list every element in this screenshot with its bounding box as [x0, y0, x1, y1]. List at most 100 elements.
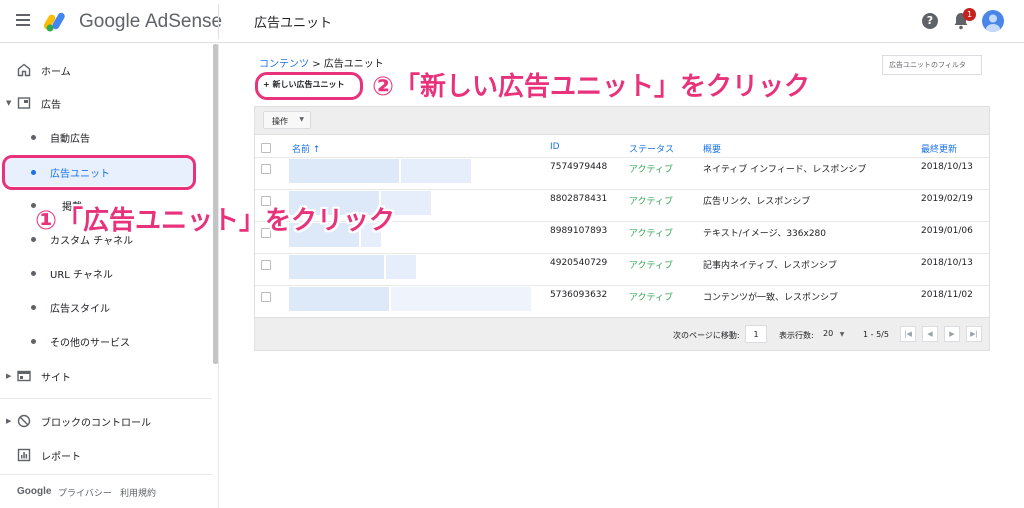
rows-per-page-value: 20 — [823, 329, 834, 338]
home-icon — [17, 63, 31, 77]
bullet-dot — [31, 270, 36, 276]
expand-caret-icon[interactable]: ▼ — [6, 99, 11, 107]
bullet-dot — [31, 134, 36, 140]
sidebar-item-blocking-controls[interactable]: ▶ ブロックのコントロール — [0, 408, 212, 434]
sidebar-item-label: レポート — [41, 451, 81, 463]
sidebar-item-home[interactable]: ホーム — [0, 57, 212, 83]
annotation-step2: ②「新しい広告ユニット」をクリック — [372, 72, 811, 102]
bullet-dot — [31, 236, 36, 242]
cell-summary: 広告リンク、レスポンシブ — [703, 197, 811, 207]
last-page-icon[interactable]: ▶| — [966, 326, 982, 342]
footer-privacy-link[interactable]: プライバシー — [58, 486, 112, 499]
column-header-status[interactable]: ステータス — [629, 142, 674, 155]
rows-per-page-select[interactable]: 20 ▼ — [817, 325, 849, 343]
sidebar-item-sites[interactable]: ▶ サイト — [0, 363, 212, 389]
cell-id: 4920540729 — [550, 258, 608, 268]
sidebar-divider — [0, 474, 212, 475]
first-page-icon[interactable]: |◀ — [900, 326, 916, 342]
chevron-down-icon: ▼ — [299, 116, 304, 123]
report-icon — [17, 448, 31, 462]
sidebar-item-label: 広告 — [41, 99, 61, 111]
cell-status: アクティブ — [629, 261, 674, 271]
column-header-name[interactable]: 名前 ↑ — [292, 142, 320, 155]
select-all-checkbox[interactable] — [261, 143, 271, 153]
sidebar-item-ads[interactable]: ▼ 広告 — [0, 90, 212, 116]
column-header-summary[interactable]: 概要 — [703, 142, 721, 155]
row-divider — [255, 285, 989, 286]
highlight-ad-units — [2, 155, 196, 190]
operations-label: 操作 — [272, 117, 288, 126]
brand-adsense: AdSense — [145, 11, 223, 32]
row-checkbox[interactable] — [261, 260, 271, 270]
column-header-last-updated[interactable]: 最終更新 — [921, 142, 957, 155]
ad-icon — [17, 97, 31, 109]
cell-last-updated: 2018/11/02 — [921, 290, 973, 300]
table-toolbar: 操作 ▼ — [255, 107, 989, 135]
row-divider — [255, 253, 989, 254]
avatar[interactable] — [982, 10, 1004, 32]
cell-id: 5736093632 — [550, 290, 608, 300]
cell-status: アクティブ — [629, 197, 674, 207]
sidebar-item-label: URL チャネル — [50, 269, 113, 281]
row-checkbox[interactable] — [261, 164, 271, 174]
annotation-step1: ①「広告ユニット」をクリック — [35, 206, 396, 236]
breadcrumb-parent-link[interactable]: コンテンツ — [259, 59, 309, 70]
cell-last-updated: 2018/10/13 — [921, 162, 973, 172]
ad-unit-filter-input[interactable]: 広告ユニットのフィルタ — [882, 55, 982, 75]
sidebar-divider — [0, 398, 212, 399]
page-range: 1 - 5/5 — [863, 330, 889, 339]
bullet-dot — [31, 338, 36, 344]
cell-id: 8802878431 — [550, 194, 608, 204]
next-page-label: 次のページに移動: — [673, 331, 740, 340]
page-number-input[interactable]: 1 — [745, 325, 767, 343]
sidebar-item-label: 自動広告 — [50, 133, 90, 145]
highlight-new-ad-unit — [255, 72, 363, 100]
sidebar-item-label: その他のサービス — [50, 337, 130, 349]
breadcrumb-separator: > — [312, 59, 321, 70]
cell-summary: コンテンツが一致、レスポンシブ — [703, 293, 839, 303]
cell-status: アクティブ — [629, 229, 674, 239]
operations-dropdown-button[interactable]: 操作 ▼ — [263, 111, 311, 129]
column-header-id[interactable]: ID — [550, 142, 560, 152]
sidebar-item-other-services[interactable]: その他のサービス — [0, 328, 212, 354]
cell-last-updated: 2019/02/19 — [921, 194, 973, 204]
cell-id: 7574979448 — [550, 162, 608, 172]
sidebar-item-reports[interactable]: レポート — [0, 442, 212, 468]
sidebar-item-label: 広告スタイル — [50, 303, 110, 315]
breadcrumb: コンテンツ > 広告ユニット — [259, 55, 384, 70]
notification-badge: 1 — [963, 8, 976, 21]
brand-google: Google — [79, 11, 141, 32]
cell-last-updated: 2019/01/06 — [921, 226, 973, 236]
cell-id: 8989107893 — [550, 226, 608, 236]
row-checkbox[interactable] — [261, 292, 271, 302]
site-icon — [17, 370, 31, 382]
adsense-logo-icon — [44, 12, 65, 32]
prev-page-icon[interactable]: ◀ — [922, 326, 938, 342]
chevron-down-icon: ▼ — [839, 331, 845, 338]
table-pager: 次のページに移動: 1 表示行数: 20 ▼ 1 - 5/5 |◀ ◀ ▶ ▶| — [255, 317, 989, 350]
topbar-divider — [218, 4, 219, 39]
sidebar-item-label: サイト — [41, 372, 71, 384]
next-page-icon[interactable]: ▶ — [944, 326, 960, 342]
user-avatar-icon — [986, 14, 1000, 32]
expand-caret-icon[interactable]: ▶ — [6, 417, 11, 425]
footer-terms-link[interactable]: 利用規約 — [120, 486, 156, 499]
hamburger-menu-icon[interactable] — [16, 14, 30, 26]
cell-summary: ネイティブ インフィード、レスポンシブ — [703, 165, 867, 175]
row-divider — [255, 189, 989, 190]
sidebar-item-url-channels[interactable]: URL チャネル — [0, 260, 212, 286]
row-divider — [255, 157, 989, 158]
page-title: 広告ユニット — [254, 16, 333, 31]
sidebar-item-ad-styles[interactable]: 広告スタイル — [0, 294, 212, 320]
bullet-dot — [31, 304, 36, 310]
cell-status: アクティブ — [629, 293, 674, 303]
sidebar-item-auto-ads[interactable]: 自動広告 — [0, 124, 212, 150]
help-icon[interactable]: ? — [922, 13, 938, 29]
sidebar-item-label: ブロックのコントロール — [41, 417, 151, 429]
rows-per-page-label: 表示行数: — [779, 331, 814, 340]
block-icon — [17, 414, 31, 428]
cell-last-updated: 2018/10/13 — [921, 258, 973, 268]
cell-summary: テキスト/イメージ、336x280 — [703, 229, 826, 239]
top-bar: Google AdSense 広告ユニット ? 1 — [0, 0, 1024, 43]
expand-caret-icon[interactable]: ▶ — [6, 372, 11, 380]
